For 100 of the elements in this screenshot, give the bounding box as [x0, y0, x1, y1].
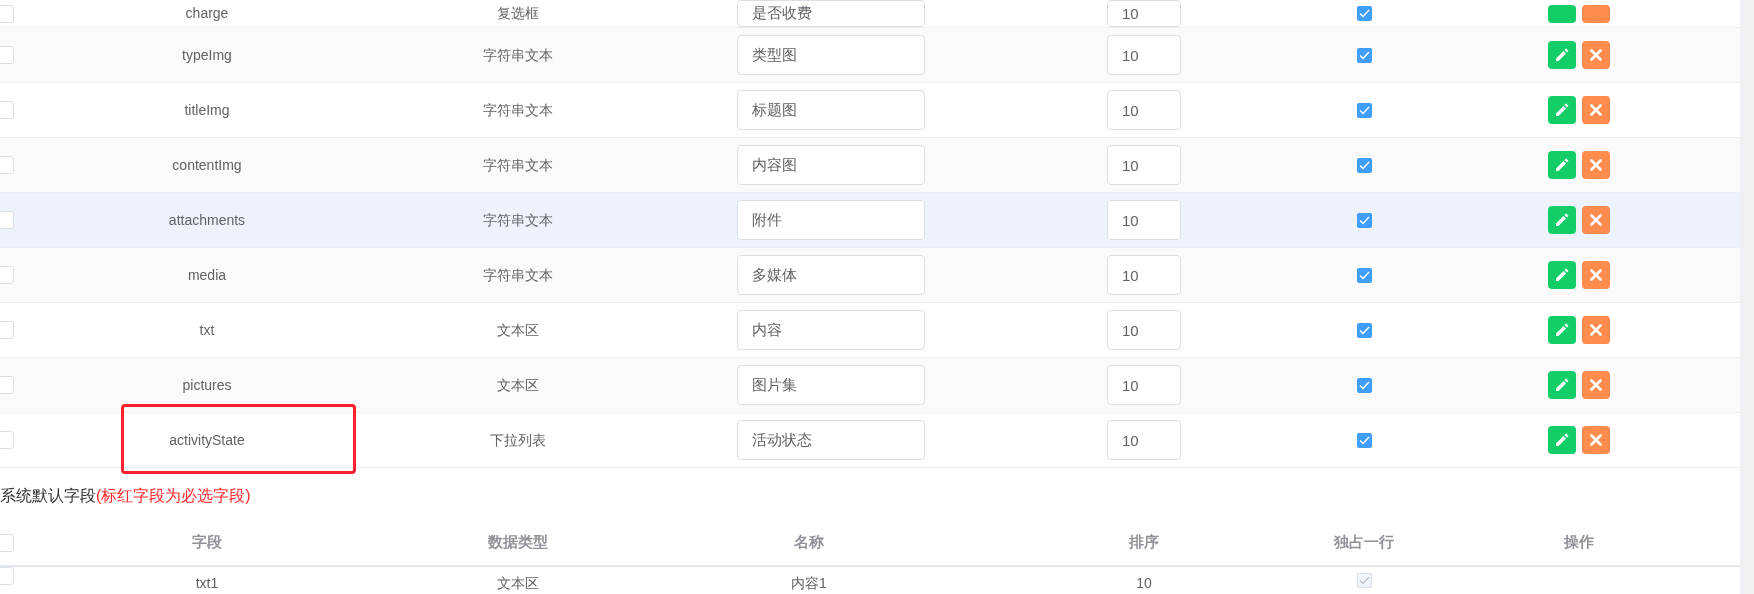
close-icon	[1590, 214, 1602, 226]
checkbox[interactable]	[1356, 6, 1372, 21]
close-icon	[1590, 434, 1602, 446]
delete-button[interactable]	[1582, 261, 1610, 289]
row-checkbox[interactable]	[0, 46, 14, 64]
checkbox[interactable]	[1356, 267, 1372, 283]
name-input[interactable]: 图片集	[737, 365, 925, 405]
edit-button[interactable]	[1548, 261, 1576, 289]
delete-button[interactable]	[1582, 4, 1610, 23]
data-type: 文本区	[497, 574, 539, 593]
checkbox[interactable]	[1356, 322, 1372, 338]
pencil-icon	[1555, 103, 1569, 117]
pencil-icon	[1555, 433, 1569, 447]
row-checkbox[interactable]	[0, 4, 14, 23]
field-name: titleImg	[184, 100, 230, 120]
close-icon	[1590, 324, 1602, 336]
column-header: 独占一行	[1334, 532, 1394, 553]
data-type: 字符串文本	[483, 265, 553, 285]
order-text: 10	[1136, 574, 1152, 593]
checkbox[interactable]	[1356, 377, 1372, 393]
name-input[interactable]: 内容图	[737, 145, 925, 185]
delete-button[interactable]	[1582, 151, 1610, 179]
close-icon	[1590, 379, 1602, 391]
row-checkbox[interactable]	[0, 321, 14, 339]
name-input[interactable]: 活动状态	[737, 420, 925, 460]
order-input[interactable]: 10	[1107, 200, 1181, 240]
column-header: 数据类型	[488, 532, 548, 553]
name-input[interactable]: 标题图	[737, 90, 925, 130]
close-icon	[1590, 159, 1602, 171]
close-icon	[1590, 104, 1602, 116]
data-type: 字符串文本	[483, 100, 553, 120]
data-type: 文本区	[497, 320, 539, 340]
checkbox[interactable]	[1356, 47, 1372, 63]
data-type: 复选框	[497, 4, 539, 23]
close-icon	[1590, 49, 1602, 61]
edit-button[interactable]	[1548, 41, 1576, 69]
delete-button[interactable]	[1582, 41, 1610, 69]
pencil-icon	[1555, 268, 1569, 282]
order-input[interactable]: 10	[1107, 365, 1181, 405]
edit-button[interactable]	[1548, 206, 1576, 234]
row-checkbox[interactable]	[0, 533, 14, 552]
order-input[interactable]: 10	[1107, 255, 1181, 295]
delete-button[interactable]	[1582, 96, 1610, 124]
pencil-icon	[1555, 213, 1569, 227]
close-icon	[1590, 269, 1602, 281]
field-name: charge	[185, 4, 229, 23]
edit-button[interactable]	[1548, 371, 1576, 399]
edit-button[interactable]	[1548, 96, 1576, 124]
checkbox[interactable]	[1356, 212, 1372, 228]
pencil-icon	[1555, 158, 1569, 172]
edit-button[interactable]	[1548, 151, 1576, 179]
pencil-icon	[1555, 378, 1569, 392]
data-type: 字符串文本	[483, 210, 553, 230]
order-input[interactable]: 10	[1107, 420, 1181, 460]
field-name: pictures	[182, 375, 232, 395]
order-input[interactable]: 10	[1107, 145, 1181, 185]
column-header: 字段	[192, 532, 222, 553]
row-checkbox[interactable]	[0, 431, 14, 449]
edit-button[interactable]	[1548, 4, 1576, 23]
field-name: activityState	[169, 430, 245, 450]
data-type: 文本区	[497, 375, 539, 395]
row-checkbox[interactable]	[0, 376, 14, 394]
delete-button[interactable]	[1582, 426, 1610, 454]
required-note: (标红字段为必选字段)	[96, 486, 251, 506]
delete-button[interactable]	[1582, 316, 1610, 344]
row-checkbox[interactable]	[0, 101, 14, 119]
name-input[interactable]: 内容	[737, 310, 925, 350]
field-name: txt	[199, 320, 215, 340]
field-name: attachments	[168, 210, 246, 230]
checkbox[interactable]	[1356, 102, 1372, 118]
delete-button[interactable]	[1582, 371, 1610, 399]
name-input[interactable]: 是否收费	[737, 0, 925, 27]
order-input[interactable]: 10	[1107, 310, 1181, 350]
name-input[interactable]: 类型图	[737, 35, 925, 75]
column-header: 排序	[1129, 532, 1159, 553]
data-type: 字符串文本	[483, 155, 553, 175]
pencil-icon	[1555, 48, 1569, 62]
order-input[interactable]: 10	[1107, 90, 1181, 130]
delete-button[interactable]	[1582, 206, 1610, 234]
field-name: typeImg	[182, 45, 232, 65]
data-type: 字符串文本	[483, 45, 553, 65]
name-text: 内容1	[791, 574, 827, 593]
edit-button[interactable]	[1548, 426, 1576, 454]
column-header: 名称	[794, 532, 824, 553]
column-header: 操作	[1564, 532, 1594, 553]
row-checkbox[interactable]	[0, 266, 14, 284]
checkbox[interactable]	[1356, 157, 1372, 173]
name-input[interactable]: 附件	[737, 200, 925, 240]
order-input[interactable]: 10	[1107, 0, 1181, 27]
field-name: contentImg	[172, 155, 242, 175]
pencil-icon	[1555, 323, 1569, 337]
field-name: media	[187, 265, 227, 285]
row-checkbox[interactable]	[0, 211, 14, 229]
name-input[interactable]: 多媒体	[737, 255, 925, 295]
row-checkbox[interactable]	[0, 156, 14, 174]
section-title: 系统默认字段	[0, 486, 96, 506]
order-input[interactable]: 10	[1107, 35, 1181, 75]
checkbox[interactable]	[1356, 432, 1372, 448]
field-name: txt1	[195, 574, 219, 593]
edit-button[interactable]	[1548, 316, 1576, 344]
